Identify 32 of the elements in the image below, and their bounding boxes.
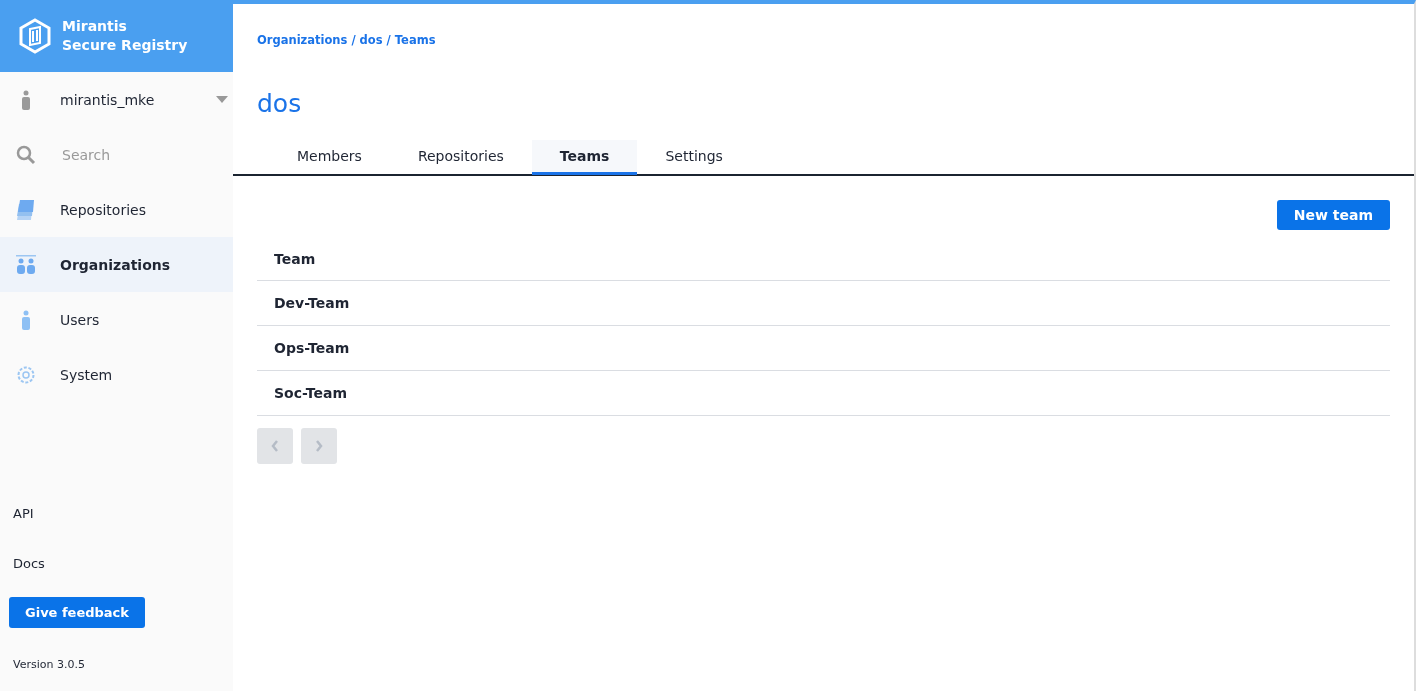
tab[interactable]: Repositories <box>389 140 532 175</box>
page-title: dos <box>257 89 303 118</box>
search-field[interactable]: Search <box>60 146 212 163</box>
column-header: Team <box>274 251 316 267</box>
tab[interactable]: Settings <box>637 140 751 175</box>
person-icon <box>21 309 31 330</box>
nav-item[interactable]: Repositories <box>0 182 233 237</box>
settings-icon <box>16 364 36 385</box>
brand-name: Mirantis <box>62 17 128 36</box>
chevron-left-icon <box>271 440 279 452</box>
sidebar-link[interactable]: Docs <box>0 539 58 589</box>
team-name[interactable]: Dev-Team <box>274 295 350 311</box>
chevron-right-icon <box>315 440 323 452</box>
feedback-button[interactable]: Give feedback <box>9 597 145 628</box>
team-name[interactable]: Soc-Team <box>274 385 347 401</box>
version-text: Version 3.0.5 <box>12 657 86 673</box>
breadcrumb[interactable]: Organizations / dos / Teams <box>257 33 1414 47</box>
nav-item[interactable]: Organizations <box>0 237 233 292</box>
tab[interactable]: Teams <box>531 140 638 175</box>
team-name[interactable]: Ops-Team <box>274 340 350 356</box>
user-menu[interactable]: mirantis_mke <box>0 72 233 127</box>
nav-item[interactable]: System <box>0 347 233 402</box>
tab[interactable]: Members <box>269 140 390 175</box>
group-icon <box>15 254 37 275</box>
person-icon <box>21 89 31 110</box>
caret-icon <box>216 96 228 103</box>
brand-name: Secure Registry <box>62 36 188 55</box>
nav-item[interactable]: Users <box>0 292 233 347</box>
new-team-button[interactable]: New team <box>1276 200 1390 230</box>
search-icon <box>16 144 36 165</box>
logo-icon <box>18 18 52 54</box>
sidebar-link[interactable]: API <box>0 489 47 539</box>
